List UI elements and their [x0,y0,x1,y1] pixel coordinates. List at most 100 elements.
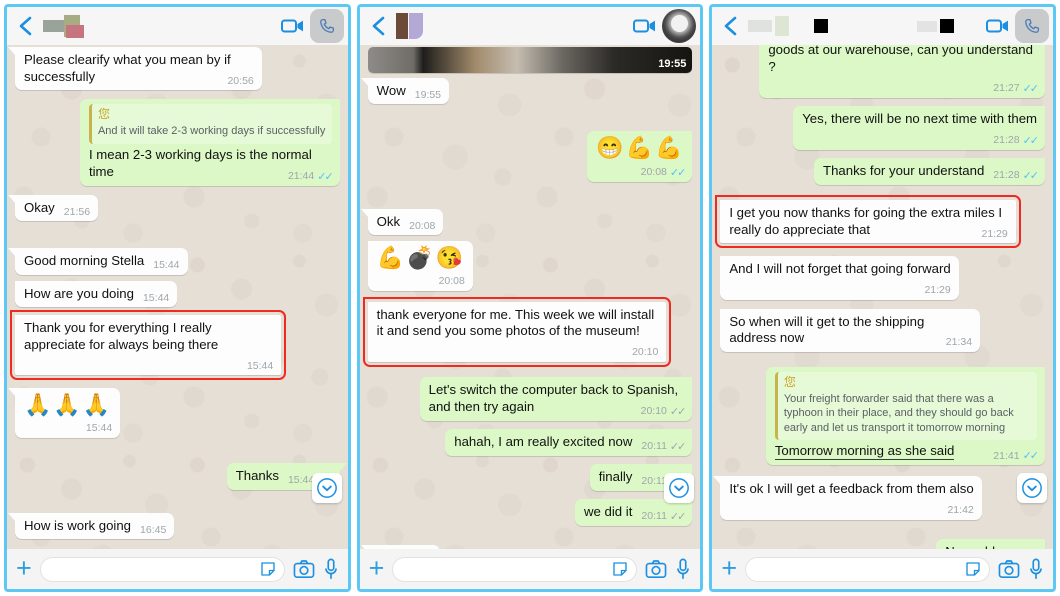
quoted-author: 您 [97,107,110,122]
message-text: Okk [376,213,401,229]
phone-call-button[interactable] [309,9,344,43]
message-time: 21:28 [993,169,1020,182]
plus-icon[interactable]: + [721,554,737,581]
camera-icon[interactable] [645,559,667,579]
back-chevron-icon[interactable] [718,13,744,39]
camera-icon[interactable] [293,559,315,579]
message-bubble-outgoing[interactable]: Let's switch the computer back to Spanis… [419,376,693,421]
message-row: I get you now thanks for going the extra… [715,194,1045,249]
message-text-field[interactable] [745,556,991,582]
back-chevron-icon[interactable] [13,13,39,39]
message-row: How is work going 16:45 [7,512,340,540]
message-bubble-outgoing[interactable]: Thanks for your understand 21:28 ✓✓ [814,157,1046,185]
message-input-bar-2: + [359,549,701,589]
message-bubble-outgoing-emoji[interactable]: 😁💪💪 20:08 ✓✓ [587,131,693,182]
message-bubble-incoming-emoji[interactable]: 🙏🙏🙏 15:44 [7,388,121,438]
quoted-message[interactable]: 您 Your freight forwarder said that there… [774,371,1038,441]
contact-name-redacted-3[interactable] [744,13,983,39]
message-text-field[interactable] [392,556,638,582]
media-message-thumbnail[interactable]: 19:55 [367,47,693,73]
message-text: Thank you for everything I really apprec… [24,319,219,352]
read-receipt-icon: ✓✓ [669,510,687,523]
message-bubble-incoming[interactable]: Okay 21:56 [7,194,99,222]
emoji-content: 😁💪💪 [596,135,685,161]
scroll-to-bottom-button[interactable] [664,473,695,503]
message-row: Okk 20:08 [360,208,693,236]
message-meta: 20:10 [377,346,658,359]
read-receipt-icon: ✓✓ [1022,169,1040,182]
message-bubble-incoming[interactable]: How are you doing 15:44 [15,280,178,307]
message-meta: 21:41 ✓✓ [993,449,1039,463]
header-actions-2 [630,9,697,43]
sticker-icon[interactable] [964,560,982,578]
message-row: So when will it get to the shipping addr… [720,308,1045,352]
message-time: 20:08 [409,219,436,232]
chat-body-1[interactable]: Please clearify what you mean by if succ… [7,45,348,549]
message-bubble-incoming-highlighted[interactable]: thank everyone for me. This week we will… [362,296,672,367]
quoted-text: Your freight forwarder said that there w… [783,392,1014,434]
contact-name-redacted-2[interactable] [392,13,631,39]
message-time: 19:55 [658,58,687,70]
phone-call-button[interactable] [1015,9,1050,43]
message-text: Please clearify what you mean by if succ… [24,52,231,84]
message-bubble-incoming-highlighted[interactable]: Thank you for everything I really apprec… [9,309,287,381]
message-row: Okay 21:56 [7,194,340,222]
message-meta: 21:44 ✓✓ [288,170,334,184]
emoji-content: 💪💣😘 [376,245,465,271]
microphone-icon[interactable] [323,558,339,580]
scroll-to-bottom-button[interactable] [311,473,342,503]
scroll-to-bottom-button[interactable] [1017,473,1048,503]
header-actions-1 [278,9,344,43]
message-row: Thank you for everything I really apprec… [9,309,340,381]
phone-call-button[interactable] [662,9,697,43]
message-time: 15:44 [85,422,113,435]
message-bubble-incoming[interactable]: Okk 20:08 [360,208,444,236]
message-bubble-incoming[interactable]: And I will not forget that going forward… [720,256,959,300]
redaction-block [775,16,790,36]
plus-icon[interactable]: + [369,554,385,581]
chat-body-3[interactable]: goods at our warehouse, can you understa… [712,45,1054,549]
message-bubble-incoming-highlighted[interactable]: I get you now thanks for going the extra… [715,194,1021,249]
quoted-author: 您 [783,374,796,389]
message-time: 20:11 [641,440,667,453]
message-bubble-incoming[interactable]: So when will it get to the shipping addr… [720,308,981,352]
message-row: Wow 19:55 [360,78,693,105]
message-text: finally [598,468,633,484]
video-camera-icon[interactable] [630,12,660,40]
message-bubble-incoming[interactable]: It's ok I will get a feedback from them … [713,476,982,520]
contact-name-redacted-1[interactable] [39,13,278,39]
message-bubble-outgoing[interactable]: 您 And it will take 2-3 working days if s… [79,99,340,186]
message-time: 21:29 [981,227,1008,240]
camera-icon[interactable] [998,559,1020,579]
sticker-icon[interactable] [259,560,277,578]
message-meta: 21:56 [64,206,90,219]
plus-icon[interactable]: + [16,554,32,581]
message-bubble-outgoing[interactable]: No problem 21: [936,538,1046,549]
message-row: It's ok I will get a feedback from them … [713,476,1045,520]
chat-body-2[interactable]: 19:55 Wow 19:55 😁💪💪 20:08 ✓✓ Okk 20:08 💪… [359,45,701,549]
message-bubble-outgoing[interactable]: hahah, I am really excited now 20:11 ✓✓ [445,428,693,456]
message-bubble-incoming[interactable]: How is work going 16:45 [7,512,175,540]
message-bubble-incoming[interactable]: Please clearify what you mean by if succ… [8,47,262,91]
message-bubble-incoming[interactable]: Good morning Stella 15:44 [8,248,188,275]
message-bubble-outgoing[interactable]: 您 Your freight forwarder said that there… [765,366,1046,466]
microphone-icon[interactable] [1028,558,1044,580]
message-text: Thanks [235,467,279,483]
redaction-block [66,24,84,38]
message-bubble-incoming[interactable]: Wow 19:55 [360,78,450,105]
sticker-icon[interactable] [611,560,629,578]
message-row: And I will not forget that going forward… [720,256,1045,300]
message-time: 21:42 [947,504,974,517]
message-bubble-outgoing[interactable]: goods at our warehouse, can you understa… [759,45,1046,98]
redaction-block [917,20,938,32]
microphone-icon[interactable] [675,558,691,580]
quoted-message[interactable]: 您 And it will take 2-3 working days if s… [88,104,332,144]
message-text-field[interactable] [39,556,285,582]
back-chevron-icon[interactable] [366,13,392,39]
message-bubble-outgoing[interactable]: Yes, there will be no next time with the… [793,105,1046,150]
message-row: hahah, I am really excited now 20:11 ✓✓ [368,428,693,456]
read-receipt-icon: ✓✓ [317,170,334,183]
message-bubble-incoming-emoji[interactable]: 💪💣😘 20:08 [367,241,473,291]
video-camera-icon[interactable] [278,12,308,40]
video-camera-icon[interactable] [983,12,1013,40]
